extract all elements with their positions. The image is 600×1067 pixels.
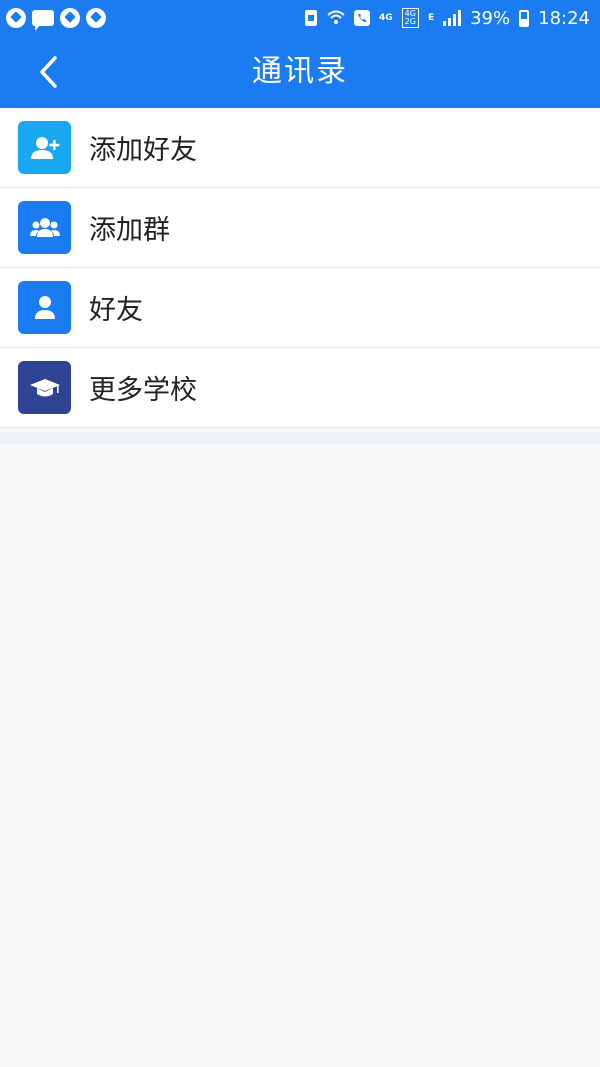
wifi-icon <box>327 9 345 27</box>
network-box-bottom: 2G <box>404 17 416 26</box>
sim-icon <box>304 9 318 27</box>
app-header: 通讯录 <box>0 36 600 108</box>
battery-icon <box>519 9 530 27</box>
menu-item-add-friend[interactable]: 添加好友 <box>0 108 600 188</box>
menu-item-label: 添加群 <box>89 215 170 246</box>
phone-icon <box>354 10 370 26</box>
system-icons: 4G 4G 2G E 39% 18:24 <box>304 8 590 29</box>
app-notification-icon <box>6 8 26 28</box>
section-divider <box>0 432 600 444</box>
contacts-menu-list: 添加好友 添加群 好友 更多学校 <box>0 108 600 428</box>
menu-item-label: 好友 <box>89 295 143 326</box>
network-4g-label: 4G <box>379 12 393 23</box>
graduation-cap-icon <box>18 361 71 414</box>
menu-item-more-schools[interactable]: 更多学校 <box>0 348 600 428</box>
clock: 18:24 <box>538 7 590 29</box>
menu-item-label: 更多学校 <box>89 375 197 406</box>
app-notification-icon <box>60 8 80 28</box>
group-icon <box>18 201 71 254</box>
network-type-box: 4G 2G <box>401 8 419 28</box>
app-notification-icon <box>86 8 106 28</box>
menu-item-label: 添加好友 <box>89 135 197 166</box>
menu-item-add-group[interactable]: 添加群 <box>0 188 600 268</box>
page-title: 通讯录 <box>252 54 348 89</box>
status-bar: 4G 4G 2G E 39% 18:24 <box>0 0 600 36</box>
person-icon <box>18 281 71 334</box>
add-friend-icon <box>18 121 71 174</box>
notification-icons <box>6 8 106 31</box>
signal-icon <box>443 10 462 26</box>
message-icon <box>32 10 54 31</box>
network-e-label: E <box>427 12 435 23</box>
battery-percent: 39% <box>470 7 511 29</box>
menu-item-friends[interactable]: 好友 <box>0 268 600 348</box>
